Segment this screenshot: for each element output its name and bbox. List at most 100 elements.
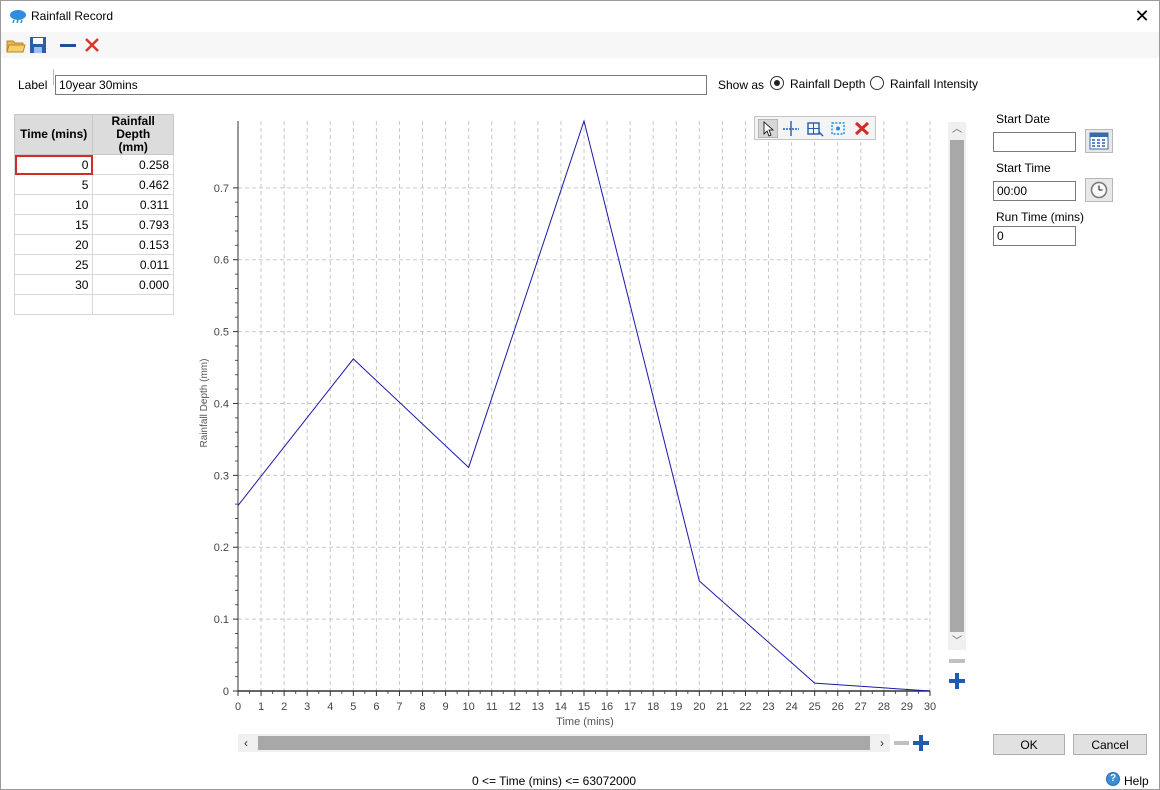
horizontal-scroll-thumb[interactable] [258,736,870,750]
reset-zoom-icon[interactable] [852,119,872,138]
time-cell[interactable]: 25 [13,254,94,275]
clock-button[interactable] [1085,178,1113,202]
y-tick-label: 0.6 [214,255,229,267]
ok-button[interactable]: OK [993,734,1065,755]
x-tick-label: 4 [327,701,333,713]
x-tick-label: 17 [624,701,636,713]
rainfall-chart[interactable]: 0 1 2 3 4 5 6 7 8 9 10 11 12 13 14 15 16 17 18 19 20 21 22 23 24… [196,113,948,733]
rainfall-intensity-radio[interactable] [870,76,884,90]
x-tick-label: 3 [304,701,310,713]
depth-cell[interactable]: 0.793 [92,214,174,235]
x-tick-label: 28 [878,701,890,713]
help-link[interactable]: Help [1124,774,1149,788]
y-tick-label: 0.7 [214,183,229,195]
y-tick-label: 0.1 [214,614,229,626]
depth-cell[interactable]: 0.153 [92,234,174,255]
table-row[interactable]: 5 0.462 [13,174,174,195]
zoom-in-vertical-icon[interactable] [948,672,966,690]
delete-icon[interactable] [82,35,102,55]
x-tick-label: 1 [258,701,264,713]
horizontal-scrollbar[interactable]: ‹ › [238,734,890,752]
pan-icon[interactable] [828,119,848,138]
calendar-icon [1089,132,1109,150]
zoom-box-icon[interactable] [805,119,825,138]
help-icon[interactable]: ? [1106,772,1120,786]
table-row[interactable]: 30 0.000 [13,274,174,295]
minus-icon[interactable] [58,35,78,55]
pointer-icon[interactable] [758,119,778,138]
y-tick-label: 0 [223,686,229,698]
x-tick-label: 8 [419,701,425,713]
scroll-up-icon[interactable]: ︿ [948,122,966,138]
x-tick-label: 10 [463,701,475,713]
scroll-right-icon[interactable]: › [874,734,890,752]
time-cell[interactable]: 10 [13,194,94,215]
zoom-out-vertical-icon[interactable] [948,655,966,667]
open-folder-icon[interactable] [6,35,26,55]
time-cell[interactable]: 5 [13,174,94,195]
save-icon[interactable] [28,35,48,55]
depth-column-header[interactable]: Rainfall Depth (mm) [92,114,174,155]
vertical-scroll-thumb[interactable] [950,140,964,632]
depth-cell[interactable] [92,294,174,315]
start-time-input[interactable] [993,181,1076,201]
label-input[interactable] [55,75,707,95]
rain-cloud-icon [10,10,26,23]
label-caption: Label [18,78,48,92]
x-tick-label: 24 [785,701,797,713]
table-row[interactable]: 0 0.258 [13,154,174,175]
table-row[interactable]: 20 0.153 [13,234,174,255]
x-tick-label: 12 [509,701,521,713]
title-bar: Rainfall Record ✕ [1,1,1159,32]
depth-cell[interactable]: 0.258 [92,154,174,175]
rainfall-data-table: Time (mins) Rainfall Depth (mm) 0 0.258 5 0.… [13,114,174,315]
depth-cell[interactable]: 0.462 [92,174,174,195]
zoom-in-horizontal-icon[interactable] [912,734,930,752]
x-tick-label: 6 [373,701,379,713]
rainfall-depth-label: Rainfall Depth [790,77,866,91]
table-row[interactable]: 10 0.311 [13,194,174,215]
scroll-down-icon[interactable]: ﹀ [948,634,966,650]
x-tick-label: 2 [281,701,287,713]
x-axis-label: Time (mins) [556,716,614,728]
time-cell[interactable]: 0 [13,154,94,175]
time-cell[interactable]: 20 [13,234,94,255]
time-cell[interactable]: 30 [13,274,94,295]
table-row[interactable]: 15 0.793 [13,214,174,235]
time-cell[interactable]: 15 [13,214,94,235]
close-button[interactable]: ✕ [1131,5,1153,27]
x-tick-label: 13 [532,701,544,713]
scroll-left-icon[interactable]: ‹ [238,734,254,752]
cancel-button[interactable]: Cancel [1073,734,1147,755]
x-tick-label: 29 [901,701,913,713]
clock-icon [1090,181,1108,199]
depth-cell[interactable]: 0.000 [92,274,174,295]
depth-cell[interactable]: 0.311 [92,194,174,215]
run-time-input[interactable] [993,226,1076,246]
x-tick-label: 9 [443,701,449,713]
crosshair-icon[interactable] [781,119,801,138]
show-as-caption: Show as [718,78,765,92]
x-tick-label: 11 [486,701,497,713]
x-tick-label: 25 [809,701,821,713]
y-tick-label: 0.2 [214,542,229,554]
y-tick-label: 0.5 [214,327,229,339]
x-tick-label: 26 [832,701,844,713]
chart-toolbar [754,116,876,140]
depth-cell[interactable]: 0.011 [92,254,174,275]
table-row[interactable]: 25 0.011 [13,254,174,275]
table-row[interactable] [13,294,174,315]
rainfall-depth-radio[interactable] [770,76,784,90]
zoom-out-horizontal-icon[interactable] [893,735,910,751]
time-column-header[interactable]: Time (mins) [13,114,94,155]
x-tick-label: 27 [855,701,867,713]
calendar-button[interactable] [1085,129,1113,153]
x-tick-label: 5 [350,701,356,713]
vertical-scrollbar[interactable]: ︿ ﹀ [948,122,966,650]
x-tick-label: 14 [555,701,567,713]
x-tick-label: 19 [670,701,682,713]
start-date-input[interactable] [993,132,1076,152]
x-tick-label: 15 [578,701,590,713]
time-cell[interactable] [13,294,94,315]
x-tick-label: 20 [693,701,705,713]
